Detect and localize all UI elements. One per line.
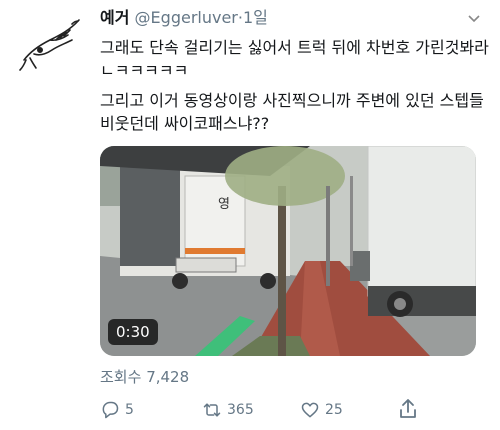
share-button[interactable] xyxy=(398,398,418,424)
chevron-down-icon[interactable] xyxy=(467,10,481,24)
retweet-count: 365 xyxy=(227,402,254,418)
like-button[interactable]: 25 xyxy=(300,398,343,422)
retweet-icon xyxy=(203,403,221,417)
view-count-value: 7,428 xyxy=(146,368,190,386)
view-count-label: 조회수 xyxy=(100,368,142,386)
reply-icon xyxy=(102,401,119,419)
share-icon xyxy=(400,399,416,418)
tweet-line-1: 그래도 단속 걸리기는 싫어서 트럭 뒤에 차번호 가린것봐라ㄴㅋㅋㅋㅋㅋ xyxy=(100,38,489,80)
reply-count: 5 xyxy=(125,402,134,418)
tweet-time[interactable]: 1일 xyxy=(243,8,268,27)
tweet-line-2: 그리고 이거 동영상이랑 사진찍으니까 주변에 있던 스텝들 비웃던데 싸이코패… xyxy=(100,91,484,133)
avatar-bird-icon xyxy=(19,19,80,71)
retweet-button[interactable]: 365 xyxy=(202,398,254,422)
truck-label: 영 xyxy=(218,197,230,212)
like-icon xyxy=(301,402,319,418)
author-handle[interactable]: @Eggerluver xyxy=(135,8,238,27)
like-count: 25 xyxy=(325,402,343,418)
tweet-text: 그래도 단속 걸리기는 싫어서 트럭 뒤에 차번호 가린것봐라ㄴㅋㅋㅋㅋㅋ 그리… xyxy=(100,36,490,135)
author-name[interactable]: 예거 xyxy=(100,8,129,27)
view-count: 조회수 7,428 xyxy=(100,366,189,387)
tweet-header: 예거 @Eggerluver·1일 xyxy=(100,8,268,28)
tweet-actions: 5 365 25 xyxy=(100,398,430,424)
video-duration: 0:30 xyxy=(108,319,158,345)
avatar[interactable] xyxy=(16,10,86,76)
reply-button[interactable]: 5 xyxy=(100,398,134,422)
